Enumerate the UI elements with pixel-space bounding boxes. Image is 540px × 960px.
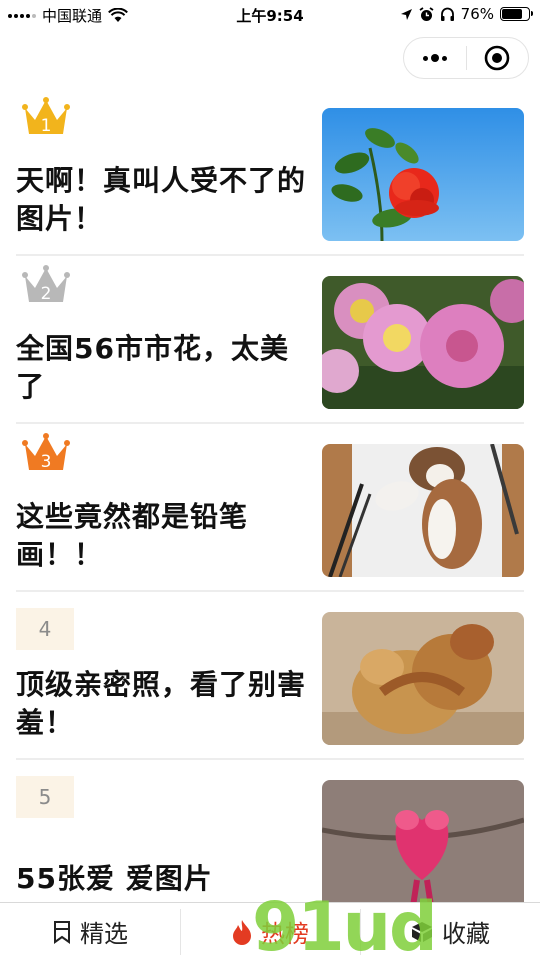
tab-featured-label: 精选 (80, 920, 128, 948)
battery-level (502, 9, 522, 19)
more-dots-icon (422, 54, 447, 62)
site-watermark: 91ud (252, 888, 438, 960)
item-title: 顶级亲密照，看了别害羞！ (16, 668, 307, 739)
chrysanthemum-thumbnail (322, 276, 524, 409)
bookmark-icon (54, 920, 70, 944)
rank-badge: 5 (16, 776, 74, 818)
more-button[interactable] (404, 38, 466, 78)
rose-thumbnail (322, 108, 524, 241)
target-circle-icon (484, 45, 510, 71)
headphones-icon (440, 7, 454, 21)
hot-ranking-list: 1 天啊！真叫人受不了的图片！ 2 全国56市市花，太美了 3 这些竟然都是铅笔… (0, 88, 540, 928)
bronze-crown-icon: 3 (22, 433, 70, 472)
battery-icon (500, 7, 533, 21)
pencil-dog-thumbnail (322, 444, 524, 577)
close-miniprogram-button[interactable] (467, 38, 529, 78)
rank-number: 3 (41, 452, 52, 472)
status-bar: 中国联通 上午9:54 76% (0, 0, 540, 30)
alarm-icon (419, 6, 434, 21)
item-title: 天啊！真叫人受不了的图片！ (16, 164, 307, 235)
monkeys-thumbnail (322, 612, 524, 745)
status-right: 76% (400, 5, 533, 23)
item-title: 全国56市市花，太美了 (16, 332, 289, 403)
list-item[interactable]: 2 全国56市市花，太美了 (0, 256, 540, 424)
rank-number: 2 (41, 284, 52, 304)
miniprogram-capsule (403, 37, 529, 79)
gold-crown-icon: 1 (22, 97, 70, 136)
battery-percent: 76% (460, 5, 494, 23)
tab-favorites-label: 收藏 (442, 920, 490, 948)
item-title: 这些竟然都是铅笔画！！ (16, 500, 249, 571)
rank-number: 1 (41, 116, 52, 136)
list-item[interactable]: 1 天啊！真叫人受不了的图片！ (0, 88, 540, 256)
rank-badge: 4 (16, 608, 74, 650)
list-item[interactable]: 3 这些竟然都是铅笔画！！ (0, 424, 540, 592)
tab-featured[interactable]: 精选 (0, 903, 180, 960)
silver-crown-icon: 2 (22, 265, 70, 304)
flame-icon (233, 919, 251, 945)
location-arrow-icon (400, 8, 412, 20)
list-item[interactable]: 4 顶级亲密照，看了别害羞！ (0, 592, 540, 760)
